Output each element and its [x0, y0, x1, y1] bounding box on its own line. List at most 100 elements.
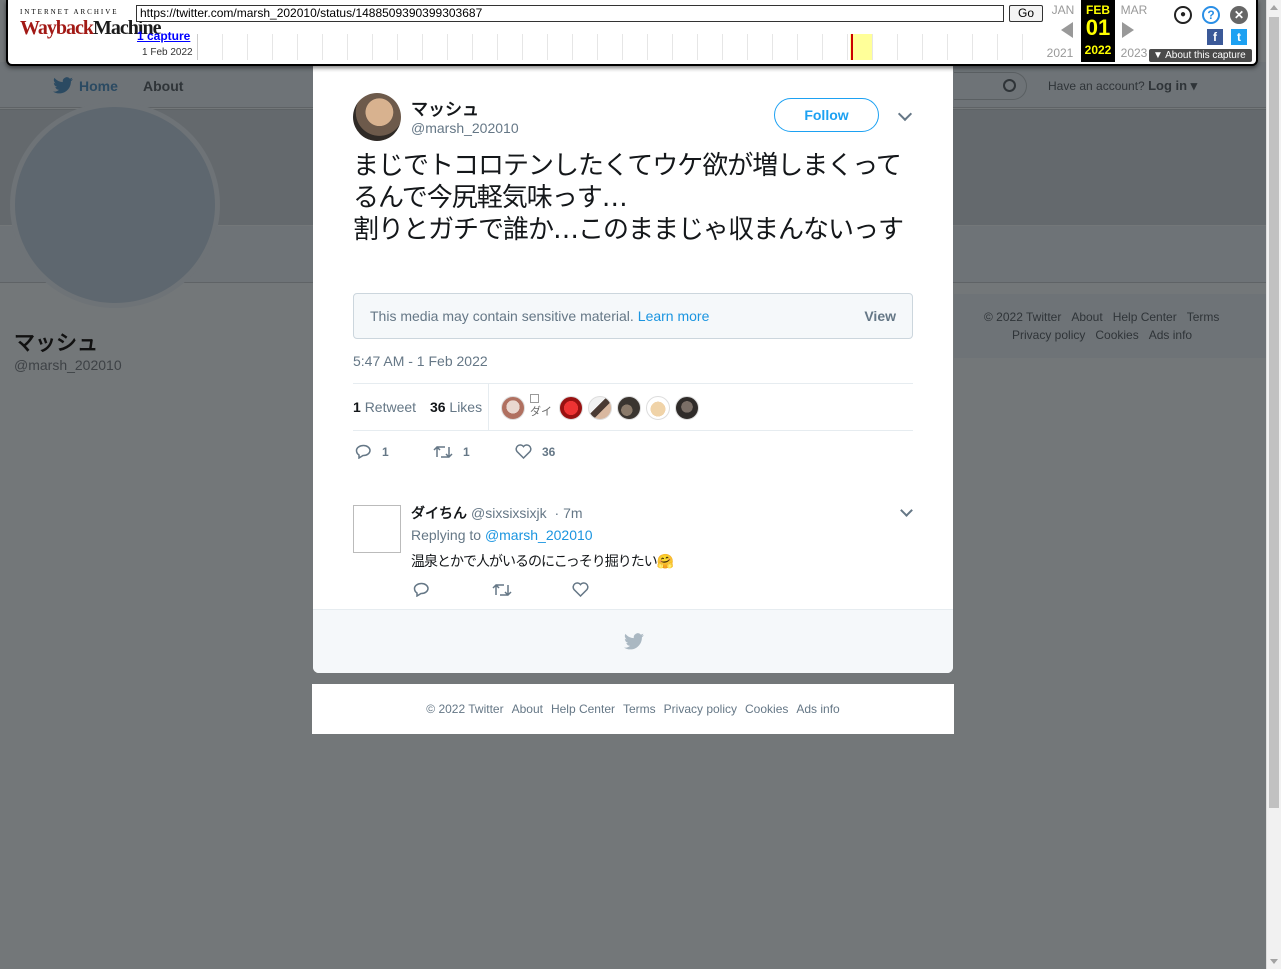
chevron-down-icon[interactable]: [900, 504, 913, 517]
wayback-logo[interactable]: INTERNET ARCHIVE WaybackMachine: [20, 8, 161, 48]
account-prompt-text: Have an account?: [1048, 79, 1145, 93]
like-count: 36: [429, 399, 446, 415]
nav-about-link[interactable]: About: [143, 78, 183, 94]
search-input[interactable]: [954, 72, 1027, 100]
retweet-icon[interactable]: [492, 583, 512, 597]
footer-privacy[interactable]: Privacy policy: [664, 702, 737, 716]
like-action[interactable]: 36: [515, 444, 555, 464]
user-account-icon[interactable]: ●: [1174, 6, 1192, 24]
scroll-up-arrow-icon[interactable]: [1270, 5, 1278, 10]
sensitive-media-text: This media may contain sensitive materia…: [370, 308, 634, 324]
side-footer-help[interactable]: Help Center: [1113, 310, 1177, 324]
wayback-url-input[interactable]: https://twitter.com/marsh_202010/status/…: [136, 5, 1004, 22]
like-stat[interactable]: 36 Likes: [430, 399, 482, 415]
account-prompt: Have an account? Log in ▾: [1048, 78, 1197, 94]
side-footer-cookies[interactable]: Cookies: [1095, 328, 1138, 342]
twitter-bird-icon: [624, 633, 644, 650]
side-footer-ads[interactable]: Ads info: [1149, 328, 1192, 342]
reply-time[interactable]: · 7m: [555, 505, 583, 521]
author-name[interactable]: マッシュ: [411, 95, 479, 120]
about-capture-button[interactable]: ▼ About this capture: [1149, 49, 1252, 62]
retweet-action-count: 1: [463, 444, 470, 459]
retweet-action[interactable]: 1: [433, 444, 470, 464]
twitter-bird-icon[interactable]: [53, 77, 73, 94]
retweet-stat[interactable]: 1 Retweet: [353, 399, 416, 415]
next-year: 2023: [1120, 46, 1148, 60]
side-footer-privacy[interactable]: Privacy policy: [1012, 328, 1085, 342]
retweet-icon: [433, 445, 453, 458]
scrollbar-thumb[interactable]: [1269, 17, 1279, 808]
next-month: MAR: [1120, 3, 1148, 17]
reply-action-count: 1: [382, 444, 389, 459]
modal-footer: [313, 609, 953, 673]
reply-icon: [355, 445, 371, 460]
footer-copyright: © 2022 Twitter: [426, 702, 504, 716]
capture-date: 1 Feb 2022: [142, 47, 193, 58]
nav-home-link[interactable]: Home: [79, 78, 118, 94]
footer-about[interactable]: About: [512, 702, 543, 716]
help-icon[interactable]: ?: [1202, 6, 1220, 24]
login-link[interactable]: Log in ▾: [1148, 78, 1197, 93]
reply-tweet[interactable]: ダイちん @sixsixsixjk · 7m Replying to @marsh…: [313, 488, 953, 609]
retweet-stat-label: Retweet: [364, 399, 417, 415]
sensitive-media-notice: This media may contain sensitive materia…: [353, 293, 913, 339]
follow-button[interactable]: Follow: [774, 98, 879, 132]
footer-cookies[interactable]: Cookies: [745, 702, 788, 716]
prev-month: JAN: [1051, 3, 1075, 17]
scroll-down-arrow-icon[interactable]: [1270, 959, 1278, 964]
tweet-timestamp[interactable]: 5:47 AM - 1 Feb 2022: [353, 353, 488, 369]
reply-actions: [413, 582, 613, 600]
current-day: 01: [1085, 15, 1111, 40]
tweet-stats: 1 Retweet 36 Likes ダイ: [353, 383, 913, 431]
view-media-button[interactable]: View: [864, 308, 896, 324]
current-capture-date: FEB 01 2022: [1081, 0, 1115, 62]
liker-avatar[interactable]: [588, 396, 612, 420]
replying-to-handle[interactable]: @marsh_202010: [485, 527, 593, 543]
liker-avatar[interactable]: [646, 396, 670, 420]
captures-link[interactable]: 1 capture: [137, 29, 190, 43]
wayback-go-button[interactable]: Go: [1009, 5, 1043, 22]
tweet-permalink-modal: マッシュ @marsh_202010 Follow まじでトコロテンしたくてウケ…: [313, 66, 953, 673]
footer-help[interactable]: Help Center: [551, 702, 615, 716]
wayback-logo-word-1: Wayback: [20, 17, 94, 39]
reply-author: ダイちん @sixsixsixjk · 7m: [411, 503, 583, 523]
liker-avatar[interactable]: [501, 396, 525, 420]
footer-ads[interactable]: Ads info: [796, 702, 839, 716]
twitter-share-icon[interactable]: t: [1231, 29, 1247, 45]
learn-more-link[interactable]: Learn more: [638, 308, 710, 324]
next-capture-arrow-icon[interactable]: [1122, 22, 1134, 38]
retweet-count: 1: [353, 399, 361, 415]
side-footer-terms[interactable]: Terms: [1187, 310, 1220, 324]
tweet-text: まじでトコロテンしたくてウケ欲が増しまくってるんで今尻軽気味っす… 割りとガチで…: [353, 151, 904, 245]
side-footer-about[interactable]: About: [1071, 310, 1102, 324]
engagement-counts: 1 Retweet 36 Likes: [353, 399, 482, 415]
liker-avatar[interactable]: [617, 396, 641, 420]
broken-image-icon: [530, 394, 539, 403]
current-year: 2022: [1084, 43, 1112, 57]
capture-sparkline[interactable]: [197, 34, 1045, 60]
author-avatar[interactable]: [353, 93, 401, 141]
page-footer: © 2022 Twitter About Help Center Terms Priva…: [312, 684, 954, 734]
author-handle[interactable]: @marsh_202010: [411, 120, 519, 136]
scrollbar[interactable]: [1266, 0, 1281, 969]
reply-avatar[interactable]: [353, 505, 401, 553]
stats-divider: [488, 384, 489, 431]
close-icon[interactable]: ✕: [1230, 6, 1248, 24]
footer-terms[interactable]: Terms: [623, 702, 656, 716]
liker-avatar[interactable]: [675, 396, 699, 420]
search-icon[interactable]: [1003, 79, 1016, 92]
facebook-share-icon[interactable]: f: [1207, 29, 1223, 45]
tweet-actions: 1 1 36: [353, 444, 653, 464]
reply-author-handle[interactable]: @sixsixsixjk: [471, 505, 547, 521]
reply-author-name[interactable]: ダイちん: [411, 505, 467, 521]
liker-avatar[interactable]: [559, 396, 583, 420]
profile-avatar[interactable]: [10, 102, 220, 308]
reply-action[interactable]: 1: [355, 444, 389, 464]
reply-icon[interactable]: [413, 582, 430, 597]
reply-text: 温泉とかで人がいるのにこっそり掘りたい🤗: [411, 554, 674, 570]
prev-capture-arrow-icon[interactable]: [1061, 22, 1073, 38]
side-footer-copyright: © 2022 Twitter: [984, 310, 1062, 324]
liker-avatar-broken[interactable]: ダイ: [530, 394, 554, 424]
heart-icon[interactable]: [572, 582, 589, 597]
chevron-down-icon[interactable]: [897, 106, 913, 122]
